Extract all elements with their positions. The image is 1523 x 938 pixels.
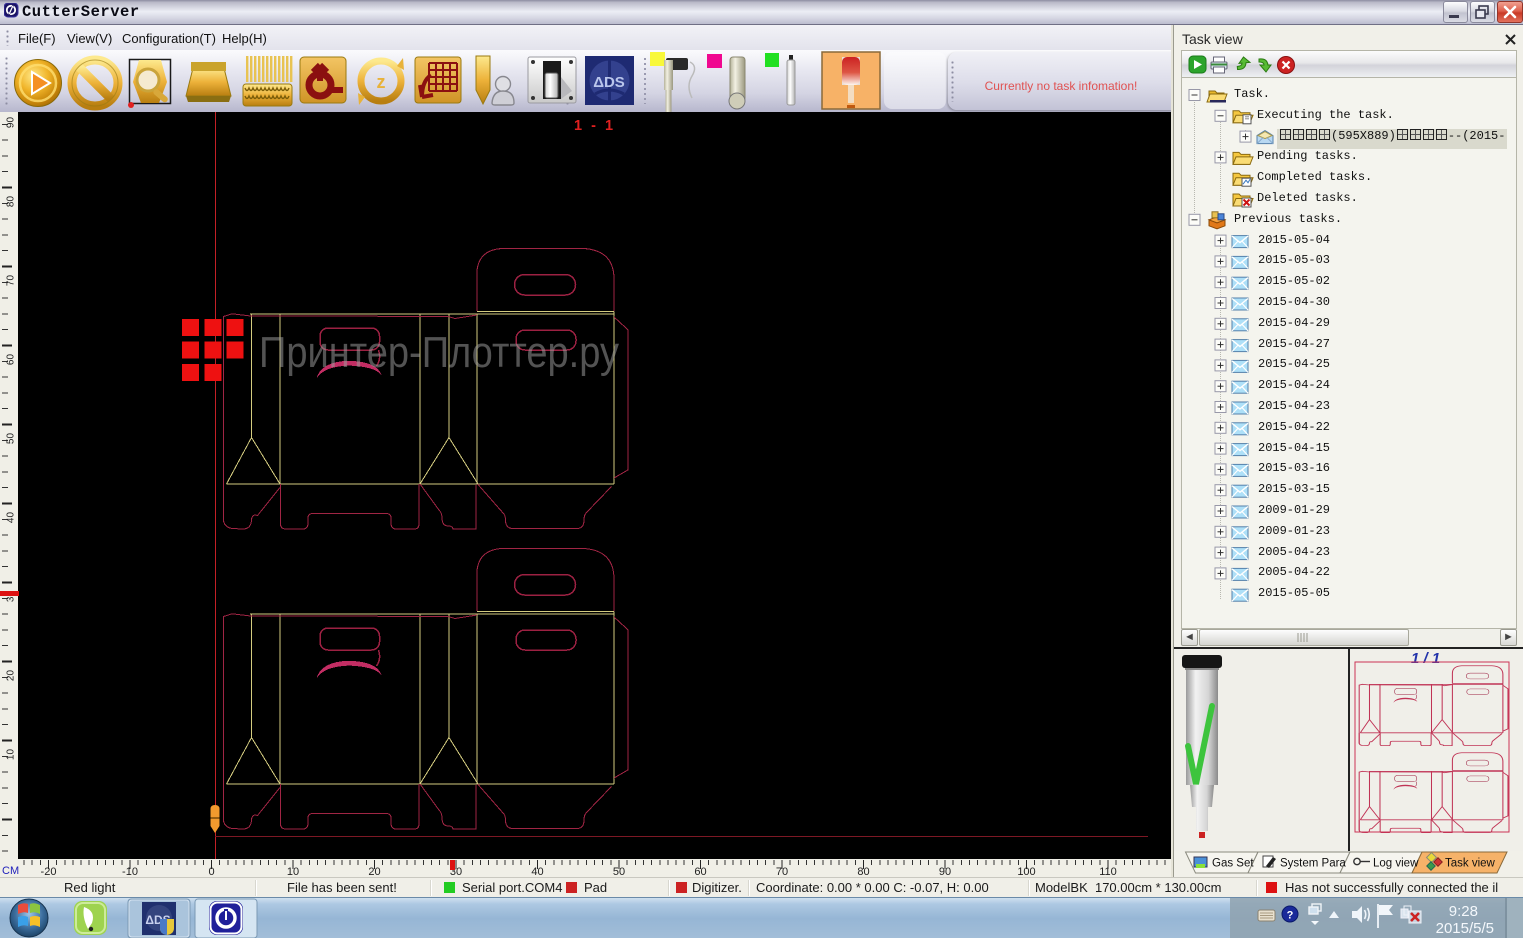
svg-text:-20: -20 <box>41 866 57 877</box>
svg-text:20: 20 <box>368 866 380 877</box>
svg-text:-10: -10 <box>122 866 138 877</box>
svg-text:40: 40 <box>531 866 543 877</box>
svg-text:Gas Set: Gas Set <box>1212 858 1254 870</box>
svg-text:60: 60 <box>694 866 706 877</box>
svg-text:50: 50 <box>613 866 625 877</box>
svg-text:100: 100 <box>1017 866 1035 877</box>
svg-text:ΔDS: ΔDS <box>593 74 625 91</box>
svg-text:System Para: System Para <box>1280 858 1346 870</box>
svg-text:1 - 1: 1 - 1 <box>574 118 616 134</box>
svg-text:90: 90 <box>6 117 17 129</box>
svg-text:Log view: Log view <box>1373 858 1419 870</box>
svg-text:70: 70 <box>776 866 788 877</box>
svg-text:80: 80 <box>857 866 869 877</box>
svg-text:60: 60 <box>6 354 17 366</box>
svg-text:40: 40 <box>6 512 17 524</box>
svg-text:CM: CM <box>2 865 19 877</box>
svg-text:70: 70 <box>6 275 17 287</box>
svg-text:2015/5/5: 2015/5/5 <box>1436 920 1494 937</box>
svg-text:110: 110 <box>1099 866 1117 877</box>
svg-text:20: 20 <box>6 670 17 682</box>
svg-text:z: z <box>377 72 386 92</box>
svg-text:9:28: 9:28 <box>1449 903 1478 920</box>
svg-text:?: ? <box>1287 910 1294 922</box>
svg-text:1 / 1: 1 / 1 <box>1411 650 1440 667</box>
svg-text:80: 80 <box>6 196 17 208</box>
svg-text:10: 10 <box>287 866 299 877</box>
svg-text:Task view: Task view <box>1445 858 1496 870</box>
svg-text:50: 50 <box>6 433 17 445</box>
svg-text:0: 0 <box>208 866 214 877</box>
svg-text:90: 90 <box>939 866 951 877</box>
svg-text:Принтер-Плоттер.ру: Принтер-Плоттер.ру <box>259 328 619 377</box>
svg-text:10: 10 <box>6 749 17 761</box>
